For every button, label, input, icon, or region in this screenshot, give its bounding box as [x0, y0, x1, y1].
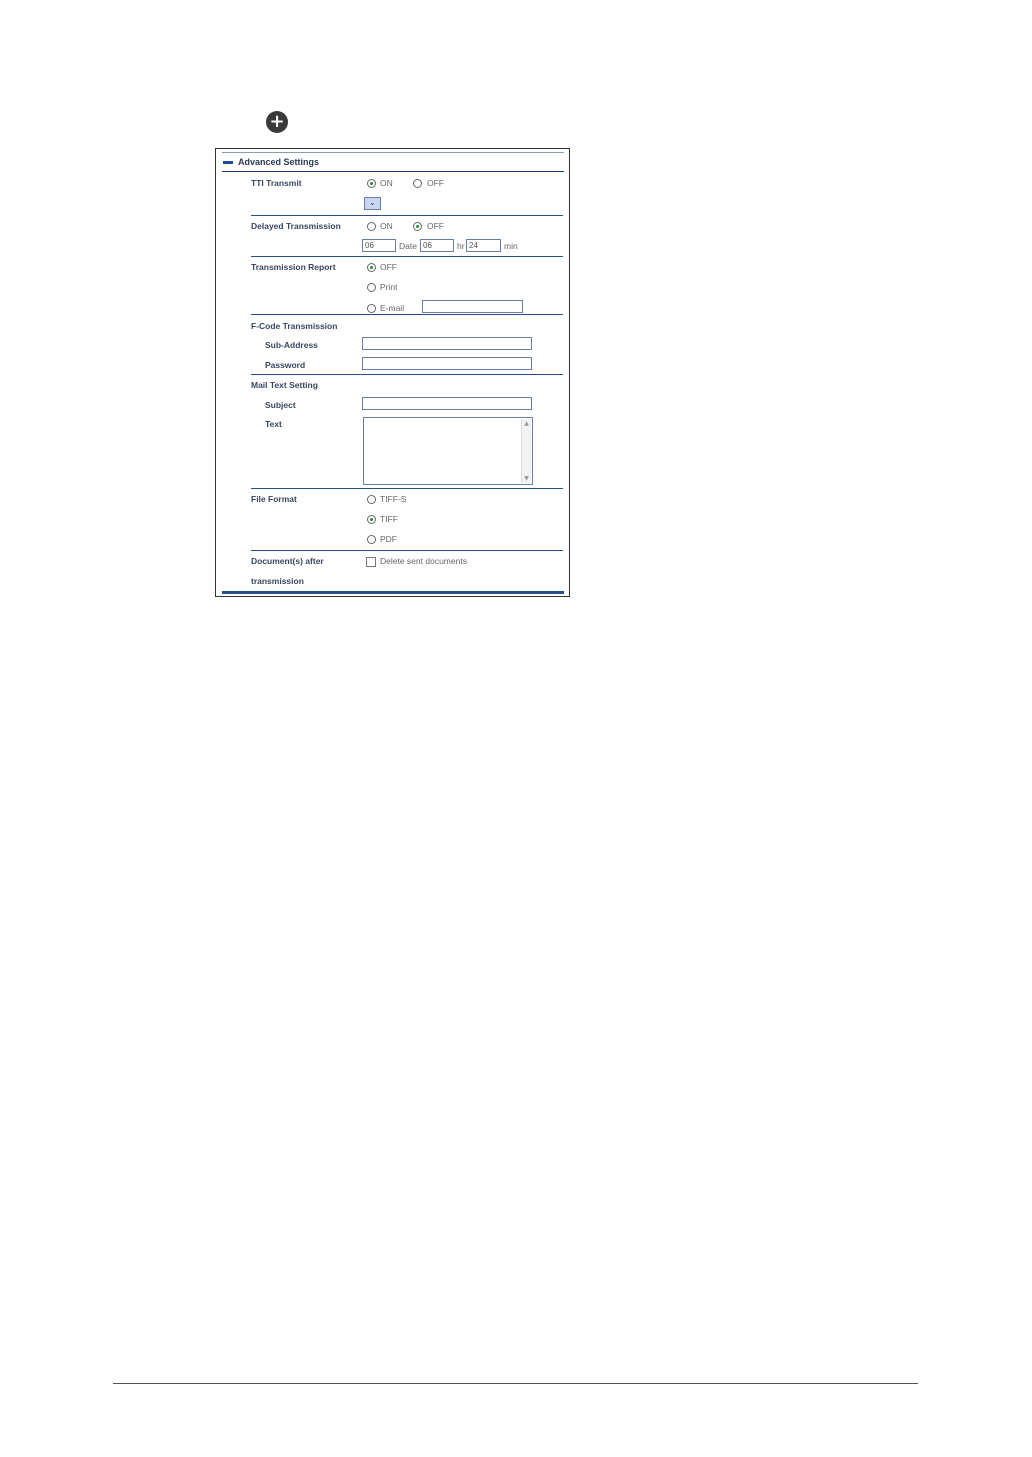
advanced-settings-header[interactable]: Advanced Settings	[222, 152, 564, 172]
report-print-radio[interactable]	[367, 283, 376, 292]
report-print-label: Print	[380, 282, 398, 292]
delayed-minute-field[interactable]: 24	[466, 239, 501, 252]
advanced-settings-panel: Advanced Settings TTI Transmit ON OFF ⌄ …	[215, 148, 570, 597]
report-off-label: OFF	[380, 262, 397, 272]
format-pdf-label: PDF	[380, 534, 397, 544]
delete-sent-label: Delete sent documents	[380, 556, 467, 566]
report-off-radio[interactable]	[367, 263, 376, 272]
text-label: Text	[265, 419, 282, 429]
delete-sent-checkbox[interactable]	[366, 557, 376, 567]
report-email-label: E-mail	[380, 303, 405, 313]
subject-field[interactable]	[362, 397, 532, 410]
scroll-up-icon[interactable]: ▲	[522, 419, 531, 428]
divider	[251, 256, 563, 257]
hr-unit-label: hr	[457, 241, 465, 251]
delayed-on-radio[interactable]	[367, 222, 376, 231]
divider	[251, 550, 563, 551]
date-unit-label: Date	[399, 241, 417, 251]
delayed-off-radio[interactable]	[413, 222, 422, 231]
advanced-settings-title: Advanced Settings	[238, 157, 320, 167]
documents-after-label-line2: transmission	[251, 576, 304, 586]
password-label: Password	[265, 360, 306, 370]
plus-circle-icon[interactable]: +	[266, 111, 288, 133]
delayed-date-field[interactable]: 06	[362, 239, 396, 252]
transmission-report-label: Transmission Report	[251, 262, 336, 272]
tti-on-radio[interactable]	[367, 179, 376, 188]
tti-transmit-label: TTI Transmit	[251, 178, 302, 188]
divider	[251, 314, 563, 315]
delayed-transmission-label: Delayed Transmission	[251, 221, 341, 231]
subject-label: Subject	[265, 400, 296, 410]
report-email-radio[interactable]	[367, 304, 376, 313]
divider	[251, 374, 563, 375]
divider	[251, 215, 563, 216]
tti-select-dropdown[interactable]: ⌄	[364, 197, 381, 210]
tti-off-radio[interactable]	[413, 179, 422, 188]
fcode-transmission-label: F-Code Transmission	[251, 321, 338, 331]
page-footer-rule	[113, 1383, 918, 1384]
report-email-field[interactable]	[422, 300, 523, 313]
format-tiff-s-label: TIFF-S	[380, 494, 407, 504]
tti-off-label: OFF	[427, 178, 444, 188]
format-tiff-radio[interactable]	[367, 515, 376, 524]
format-pdf-radio[interactable]	[367, 535, 376, 544]
delayed-off-label: OFF	[427, 221, 444, 231]
chevron-down-icon: ⌄	[369, 198, 376, 207]
panel-bottom-bar	[222, 591, 564, 594]
scroll-down-icon[interactable]: ▼	[522, 474, 531, 483]
tti-on-label: ON	[380, 178, 393, 188]
sub-address-field[interactable]	[362, 337, 532, 350]
mail-text-area[interactable]: ▲ ▼	[363, 417, 533, 485]
file-format-label: File Format	[251, 494, 297, 504]
format-tiff-label: TIFF	[380, 514, 398, 524]
password-field[interactable]	[362, 357, 532, 370]
format-tiff-s-radio[interactable]	[367, 495, 376, 504]
sub-address-label: Sub-Address	[265, 340, 318, 350]
divider	[251, 488, 563, 489]
collapse-minus-icon[interactable]	[223, 161, 233, 164]
scrollbar[interactable]: ▲ ▼	[521, 419, 531, 483]
min-unit-label: min	[504, 241, 518, 251]
delayed-on-label: ON	[380, 221, 393, 231]
delayed-hour-field[interactable]: 06	[420, 239, 454, 252]
documents-after-label: Document(s) after	[251, 556, 324, 566]
mail-text-setting-label: Mail Text Setting	[251, 380, 318, 390]
